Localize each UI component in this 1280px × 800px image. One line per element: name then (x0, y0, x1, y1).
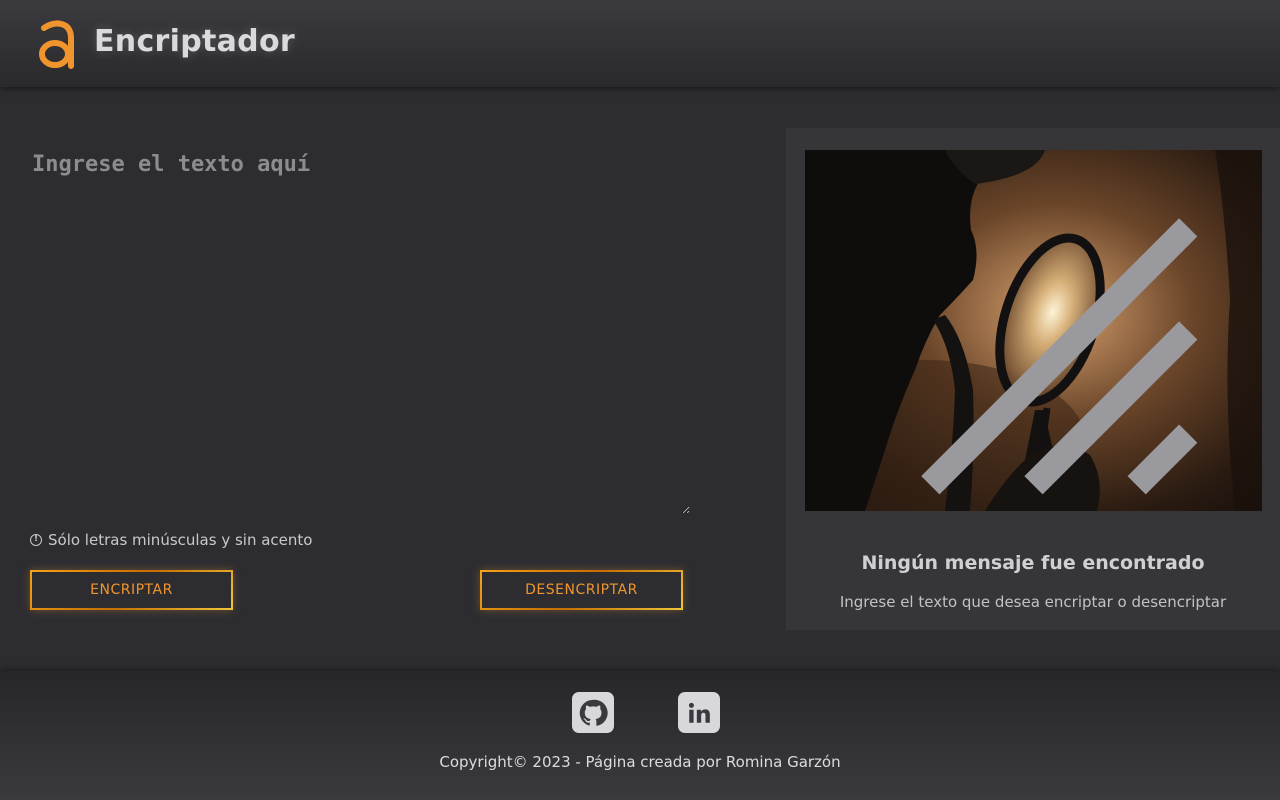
detective-magnifying-glass-illustration (805, 150, 1262, 511)
info-icon: ! (30, 534, 42, 546)
resize-grip-icon[interactable] (805, 150, 1262, 511)
input-hint: ! Sólo letras minúsculas y sin acento (30, 531, 312, 549)
linkedin-link[interactable] (678, 692, 720, 733)
github-icon (579, 699, 608, 726)
output-panel: Ningún mensaje fue encontrado Ingrese el… (786, 128, 1280, 630)
site-header: Encriptador (0, 0, 1280, 87)
linkedin-icon (688, 702, 710, 723)
copyright-text: Copyright© 2023 - Página creada por Romi… (439, 753, 841, 771)
empty-message-subtitle: Ingrese el texto que desea encriptar o d… (839, 593, 1227, 611)
app-title: Encriptador (94, 24, 295, 59)
site-footer: Copyright© 2023 - Página creada por Romi… (0, 671, 1280, 800)
text-input[interactable] (22, 140, 690, 514)
decrypt-button[interactable]: DESENCRIPTAR (480, 570, 683, 610)
empty-message-title: Ningún mensaje fue encontrado (861, 552, 1205, 574)
github-link[interactable] (572, 692, 614, 733)
letter-a-logo-icon (39, 20, 74, 69)
encrypt-button[interactable]: ENCRIPTAR (30, 570, 233, 610)
hint-text: Sólo letras minúsculas y sin acento (48, 531, 313, 549)
